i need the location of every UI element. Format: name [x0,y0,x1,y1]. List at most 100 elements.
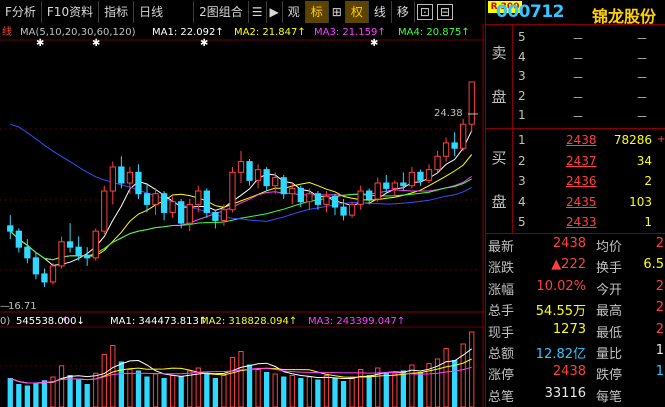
candle-body [442,142,450,157]
toolbar-indicator-button[interactable]: 指标 [99,1,135,23]
stat-label: 最新 [488,240,515,255]
stat-row: 每笔 [596,386,664,406]
volume-bar [443,348,449,407]
stat-value: 2 [655,321,664,337]
volume-bar [16,384,22,407]
candle-body [24,246,31,259]
sell-order-row[interactable]: 2 － － [512,87,665,106]
panel-icon[interactable]: ⊟ [436,4,454,20]
toolbar-period-button[interactable]: 日线 [134,1,195,23]
stat-value: 10.02% [536,278,586,294]
volume-bar [272,373,278,407]
volume-bar [101,354,107,407]
candle-body [41,273,48,283]
grid-icon[interactable]: ⊞ [329,1,346,23]
candle-body [314,193,322,205]
candle-body [280,177,287,195]
toolbar-line-button[interactable]: 线 [369,1,392,23]
list-icon[interactable]: ☰ [249,1,267,23]
candle-body [331,195,339,208]
stat-label: 总笔 [488,389,515,405]
candle-body [178,201,185,224]
order-price: 2438 [566,133,597,147]
toolbar-move-button[interactable]: 移 [392,1,415,23]
candle-body [468,81,475,125]
toolbar-view-button[interactable]: 观 [283,1,306,23]
volume-value: 545538.000↓ [16,316,85,327]
order-change: +7 [657,134,665,145]
candle-body [75,246,82,256]
volume-ma1: MA1: 344473.813↑ [110,316,207,327]
candle-body [109,166,116,192]
candle-body [7,225,14,232]
order-volume: － [636,90,649,105]
volume-bar [306,376,312,407]
volume-bar [452,360,458,407]
candle-body [374,182,381,200]
order-volume: 103 [629,194,652,209]
volume-bar [409,364,415,407]
candle-body [391,182,398,189]
svg-text:✱: ✱ [370,38,378,49]
stat-value: 2 [655,236,664,251]
sell-order-row[interactable]: 3 － － [512,67,665,86]
low-mark-label: 16.71 [8,301,37,312]
order-volume: 2 [644,174,652,188]
candle-body [32,257,40,275]
stat-label: 每笔 [596,389,623,405]
volume-bar [118,361,124,407]
volume-bar [469,331,475,407]
order-price: － [572,51,585,66]
candle-body [357,190,364,205]
stat-label: 量比 [596,347,623,362]
candle-body [272,177,279,187]
candle-body [289,187,296,195]
stat-row: 最高 2 [596,300,664,320]
stat-row: 量比 1 [596,343,664,363]
toolbar-analysis-button[interactable]: F分析 [0,1,42,23]
toolbar-combo-button[interactable]: 2图组合 [194,1,249,23]
window-icon[interactable]: ⊡ [416,4,433,20]
candle-body [323,195,330,205]
candle-body [460,123,467,149]
volume-bar [212,378,219,407]
ma2-value: MA2: 21.847↑ [234,27,306,38]
kline-chart[interactable]: 线 MA(5,10,20,30,60,120) MA1: 22.092↑ MA2… [0,24,485,407]
low-mark: 16.71 — [0,301,37,312]
play-icon[interactable]: ▶ [267,1,283,23]
buy-order-row[interactable]: 1 2438 78286 +7 [512,131,665,150]
sell-order-row[interactable]: 4 － － [512,48,665,67]
stat-row: 现手 1273 [488,322,586,342]
svg-text:—: — [0,301,10,312]
volume-bar [161,378,167,407]
sell-side-label: 卖 盘 [486,24,513,128]
order-level: 3 [518,69,526,83]
sell-order-row[interactable]: 1 － － [512,106,665,125]
order-level: 2 [518,88,526,103]
sell-order-row[interactable]: 5 － － [512,28,665,47]
buy-order-row[interactable]: 5 2433 1 [512,213,665,232]
volume-bar [392,373,398,407]
buy-order-row[interactable]: 4 2435 103 [512,193,665,212]
ma-params-label: MA(5,10,20,30,60,120) [20,27,136,38]
buy-order-row[interactable]: 3 2436 2 [512,172,665,191]
stat-row: 总手 54.55万 [488,300,586,320]
volume-bar [323,375,330,407]
candle-body [169,201,176,213]
toolbar-f10-button[interactable]: F10资料 [42,1,100,23]
volume-bar [178,376,184,407]
candle-body [237,161,245,173]
toolbar-rights-button[interactable]: 权 [345,1,369,23]
stat-value: 1 [655,343,664,358]
svg-text:✱: ✱ [36,38,44,49]
order-price: － [572,32,585,46]
volume-bar [340,381,347,407]
toolbar-mark-button[interactable]: 标 [305,1,329,23]
buy-order-row[interactable]: 2 2437 34 [512,152,665,171]
candle-body [152,193,159,205]
candle-body [254,169,262,181]
candle-body [246,161,253,181]
order-volume: － [636,110,649,124]
order-price: － [572,71,585,85]
stat-row: 涨幅 10.02% [488,279,586,299]
